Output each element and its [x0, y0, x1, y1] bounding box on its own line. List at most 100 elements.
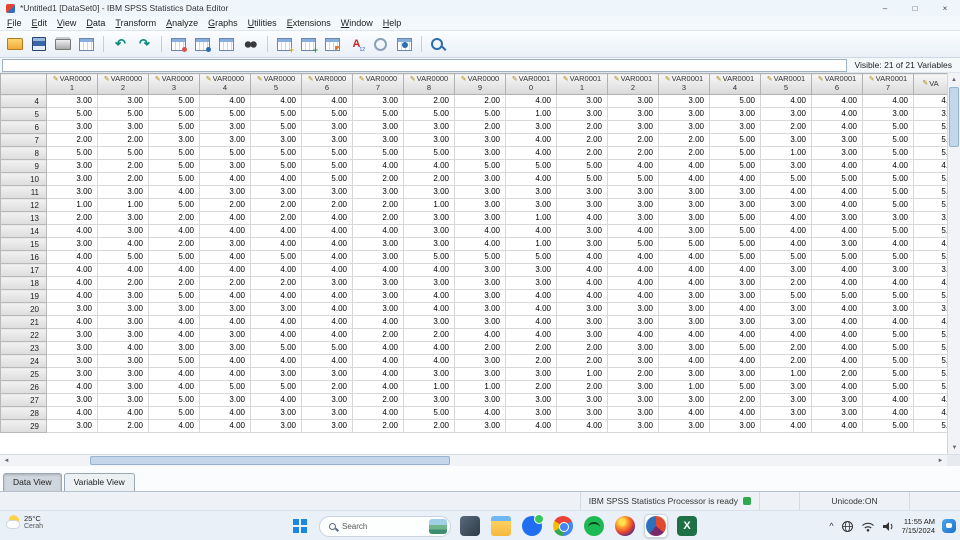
grid-cell[interactable]: 4.00: [199, 289, 251, 303]
grid-cell[interactable]: 5.00: [862, 250, 914, 264]
grid-cell[interactable]: 4.00: [301, 250, 353, 264]
grid-cell[interactable]: 5.00: [709, 237, 761, 251]
grid-cell[interactable]: 4.00: [658, 276, 710, 290]
grid-cell[interactable]: 2.00: [148, 237, 200, 251]
recall-dialogs-icon[interactable]: [76, 35, 97, 54]
grid-cell[interactable]: 3.00: [658, 94, 710, 108]
grid-cell[interactable]: 4.00: [352, 159, 404, 173]
grid-cell[interactable]: 3.00: [658, 198, 710, 212]
grid-cell[interactable]: 2.00: [97, 133, 149, 147]
vertical-scrollbar[interactable]: ▲ ▼: [947, 73, 960, 454]
grid-cell[interactable]: 3.00: [403, 237, 455, 251]
grid-cell[interactable]: 2.00: [352, 393, 404, 407]
grid-cell[interactable]: 5.00: [148, 406, 200, 420]
tab-data-view[interactable]: Data View: [3, 473, 62, 491]
menu-graphs[interactable]: Graphs: [203, 17, 243, 29]
grid-cell[interactable]: 3.00: [607, 393, 659, 407]
grid-cell[interactable]: 2.00: [148, 276, 200, 290]
column-header[interactable]: ✎ VAR0000 8: [403, 73, 455, 95]
grid-cell[interactable]: 3.00: [454, 367, 506, 381]
grid-cell[interactable]: 3.00: [403, 211, 455, 225]
row-number[interactable]: 19: [0, 289, 47, 303]
grid-cell[interactable]: 3.00: [454, 133, 506, 147]
grid-cell[interactable]: 3.00: [556, 185, 608, 199]
open-file-icon[interactable]: [4, 35, 25, 54]
column-header[interactable]: ✎ VAR0001 4: [709, 73, 761, 95]
grid-cell[interactable]: 4.00: [148, 315, 200, 329]
grid-cell[interactable]: 4.00: [862, 94, 914, 108]
grid-cell[interactable]: 4.00: [811, 159, 863, 173]
grid-cell[interactable]: 4.00: [913, 315, 948, 329]
grid-cell[interactable]: 4.00: [301, 328, 353, 342]
cell-editor-input[interactable]: [2, 58, 847, 72]
grid-cell[interactable]: 4.00: [607, 276, 659, 290]
grid-cell[interactable]: 4.00: [811, 185, 863, 199]
grid-cell[interactable]: 2.00: [352, 198, 404, 212]
row-number[interactable]: 17: [0, 263, 47, 277]
horizontal-scroll-thumb[interactable]: [90, 456, 450, 465]
menu-transform[interactable]: Transform: [110, 17, 161, 29]
grid-cell[interactable]: 4.00: [301, 94, 353, 108]
row-number[interactable]: 24: [0, 354, 47, 368]
grid-cell[interactable]: 5.00: [148, 289, 200, 303]
row-number[interactable]: 11: [0, 185, 47, 199]
grid-cell[interactable]: 4.00: [301, 315, 353, 329]
grid-cell[interactable]: 3.00: [199, 133, 251, 147]
grid-cell[interactable]: 5.00: [862, 185, 914, 199]
grid-cell[interactable]: 3.00: [862, 107, 914, 121]
grid-cell[interactable]: 5.00: [913, 419, 948, 433]
grid-cell[interactable]: 2.00: [352, 419, 404, 433]
grid-cell[interactable]: 2.00: [403, 328, 455, 342]
grid-cell[interactable]: 5.00: [709, 94, 761, 108]
grid-cell[interactable]: 4.00: [760, 237, 812, 251]
grid-cell[interactable]: 2.00: [454, 94, 506, 108]
print-icon[interactable]: [52, 35, 73, 54]
grid-cell[interactable]: 3.00: [454, 354, 506, 368]
grid-cell[interactable]: 5.00: [454, 250, 506, 264]
grid-cell[interactable]: 2.00: [505, 380, 557, 394]
grid-cell[interactable]: 3.00: [760, 380, 812, 394]
grid-cell[interactable]: 5.00: [556, 159, 608, 173]
grid-cell[interactable]: 2.00: [760, 341, 812, 355]
grid-cell[interactable]: 5.00: [250, 341, 302, 355]
grid-cell[interactable]: 3.00: [454, 185, 506, 199]
grid-cell[interactable]: 3.00: [709, 367, 761, 381]
grid-cell[interactable]: 2.00: [403, 94, 455, 108]
grid-cell[interactable]: 4.00: [352, 263, 404, 277]
grid-cell[interactable]: 5.00: [811, 289, 863, 303]
grid-cell[interactable]: 4.00: [250, 328, 302, 342]
grid-cell[interactable]: 3.00: [811, 406, 863, 420]
minimize-button[interactable]: –: [870, 0, 900, 16]
menu-analyze[interactable]: Analyze: [161, 17, 203, 29]
grid-cell[interactable]: 3.00: [403, 224, 455, 238]
grid-cell[interactable]: 5.00: [148, 120, 200, 134]
grid-cell[interactable]: 3.00: [199, 393, 251, 407]
grid-cell[interactable]: 3.00: [403, 276, 455, 290]
grid-cell[interactable]: 4.00: [505, 94, 557, 108]
row-number[interactable]: 12: [0, 198, 47, 212]
grid-cell[interactable]: 3.00: [505, 185, 557, 199]
grid-cell[interactable]: 4.00: [556, 276, 608, 290]
grid-cell[interactable]: 3.00: [250, 185, 302, 199]
grid-cell[interactable]: 3.00: [658, 341, 710, 355]
grid-cell[interactable]: 4.00: [862, 159, 914, 173]
file-explorer-icon[interactable]: [489, 514, 513, 538]
grid-cell[interactable]: 5.00: [862, 198, 914, 212]
grid-cell[interactable]: 3.00: [607, 380, 659, 394]
grid-cell[interactable]: 4.00: [811, 224, 863, 238]
grid-cell[interactable]: 3.00: [709, 289, 761, 303]
grid-cell[interactable]: 2.00: [46, 133, 98, 147]
grid-cell[interactable]: 5.00: [760, 172, 812, 186]
grid-cell[interactable]: 4.00: [811, 263, 863, 277]
grid-cell[interactable]: 2.00: [301, 198, 353, 212]
grid-cell[interactable]: 5.00: [250, 380, 302, 394]
grid-cell[interactable]: 5.00: [607, 172, 659, 186]
row-number[interactable]: 16: [0, 250, 47, 264]
grid-cell[interactable]: 4.00: [505, 146, 557, 160]
grid-cell[interactable]: 5.00: [913, 172, 948, 186]
column-header[interactable]: ✎ VAR0001 2: [607, 73, 659, 95]
select-cases-icon[interactable]: [394, 35, 415, 54]
messages-icon[interactable]: [520, 514, 544, 538]
grid-cell[interactable]: 5.00: [301, 146, 353, 160]
grid-cell[interactable]: 4.00: [46, 315, 98, 329]
